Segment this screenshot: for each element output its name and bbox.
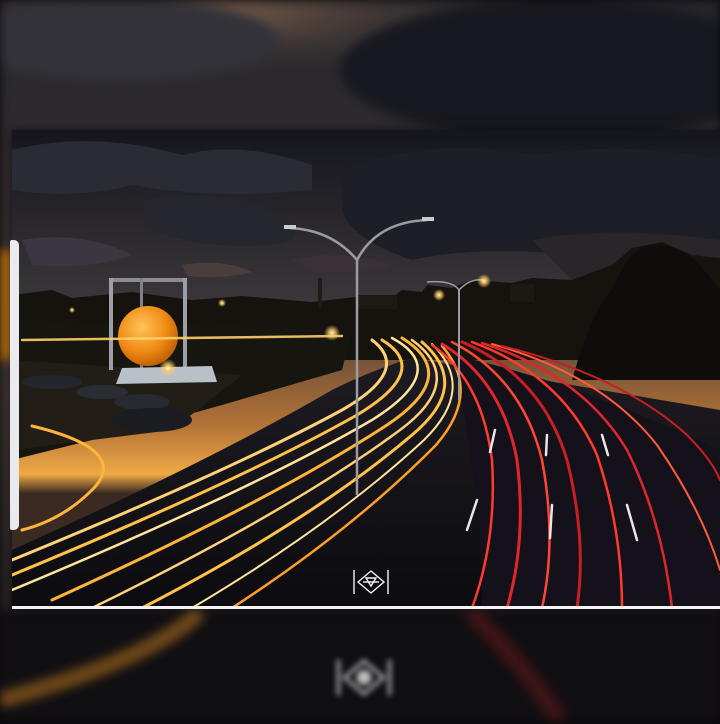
side-panel-handle[interactable] xyxy=(10,240,19,530)
photo-frame-border xyxy=(12,606,720,609)
main-photo xyxy=(12,130,720,608)
aperture-logo-icon xyxy=(352,567,390,597)
aperture-logo-ghost-icon xyxy=(333,655,395,700)
